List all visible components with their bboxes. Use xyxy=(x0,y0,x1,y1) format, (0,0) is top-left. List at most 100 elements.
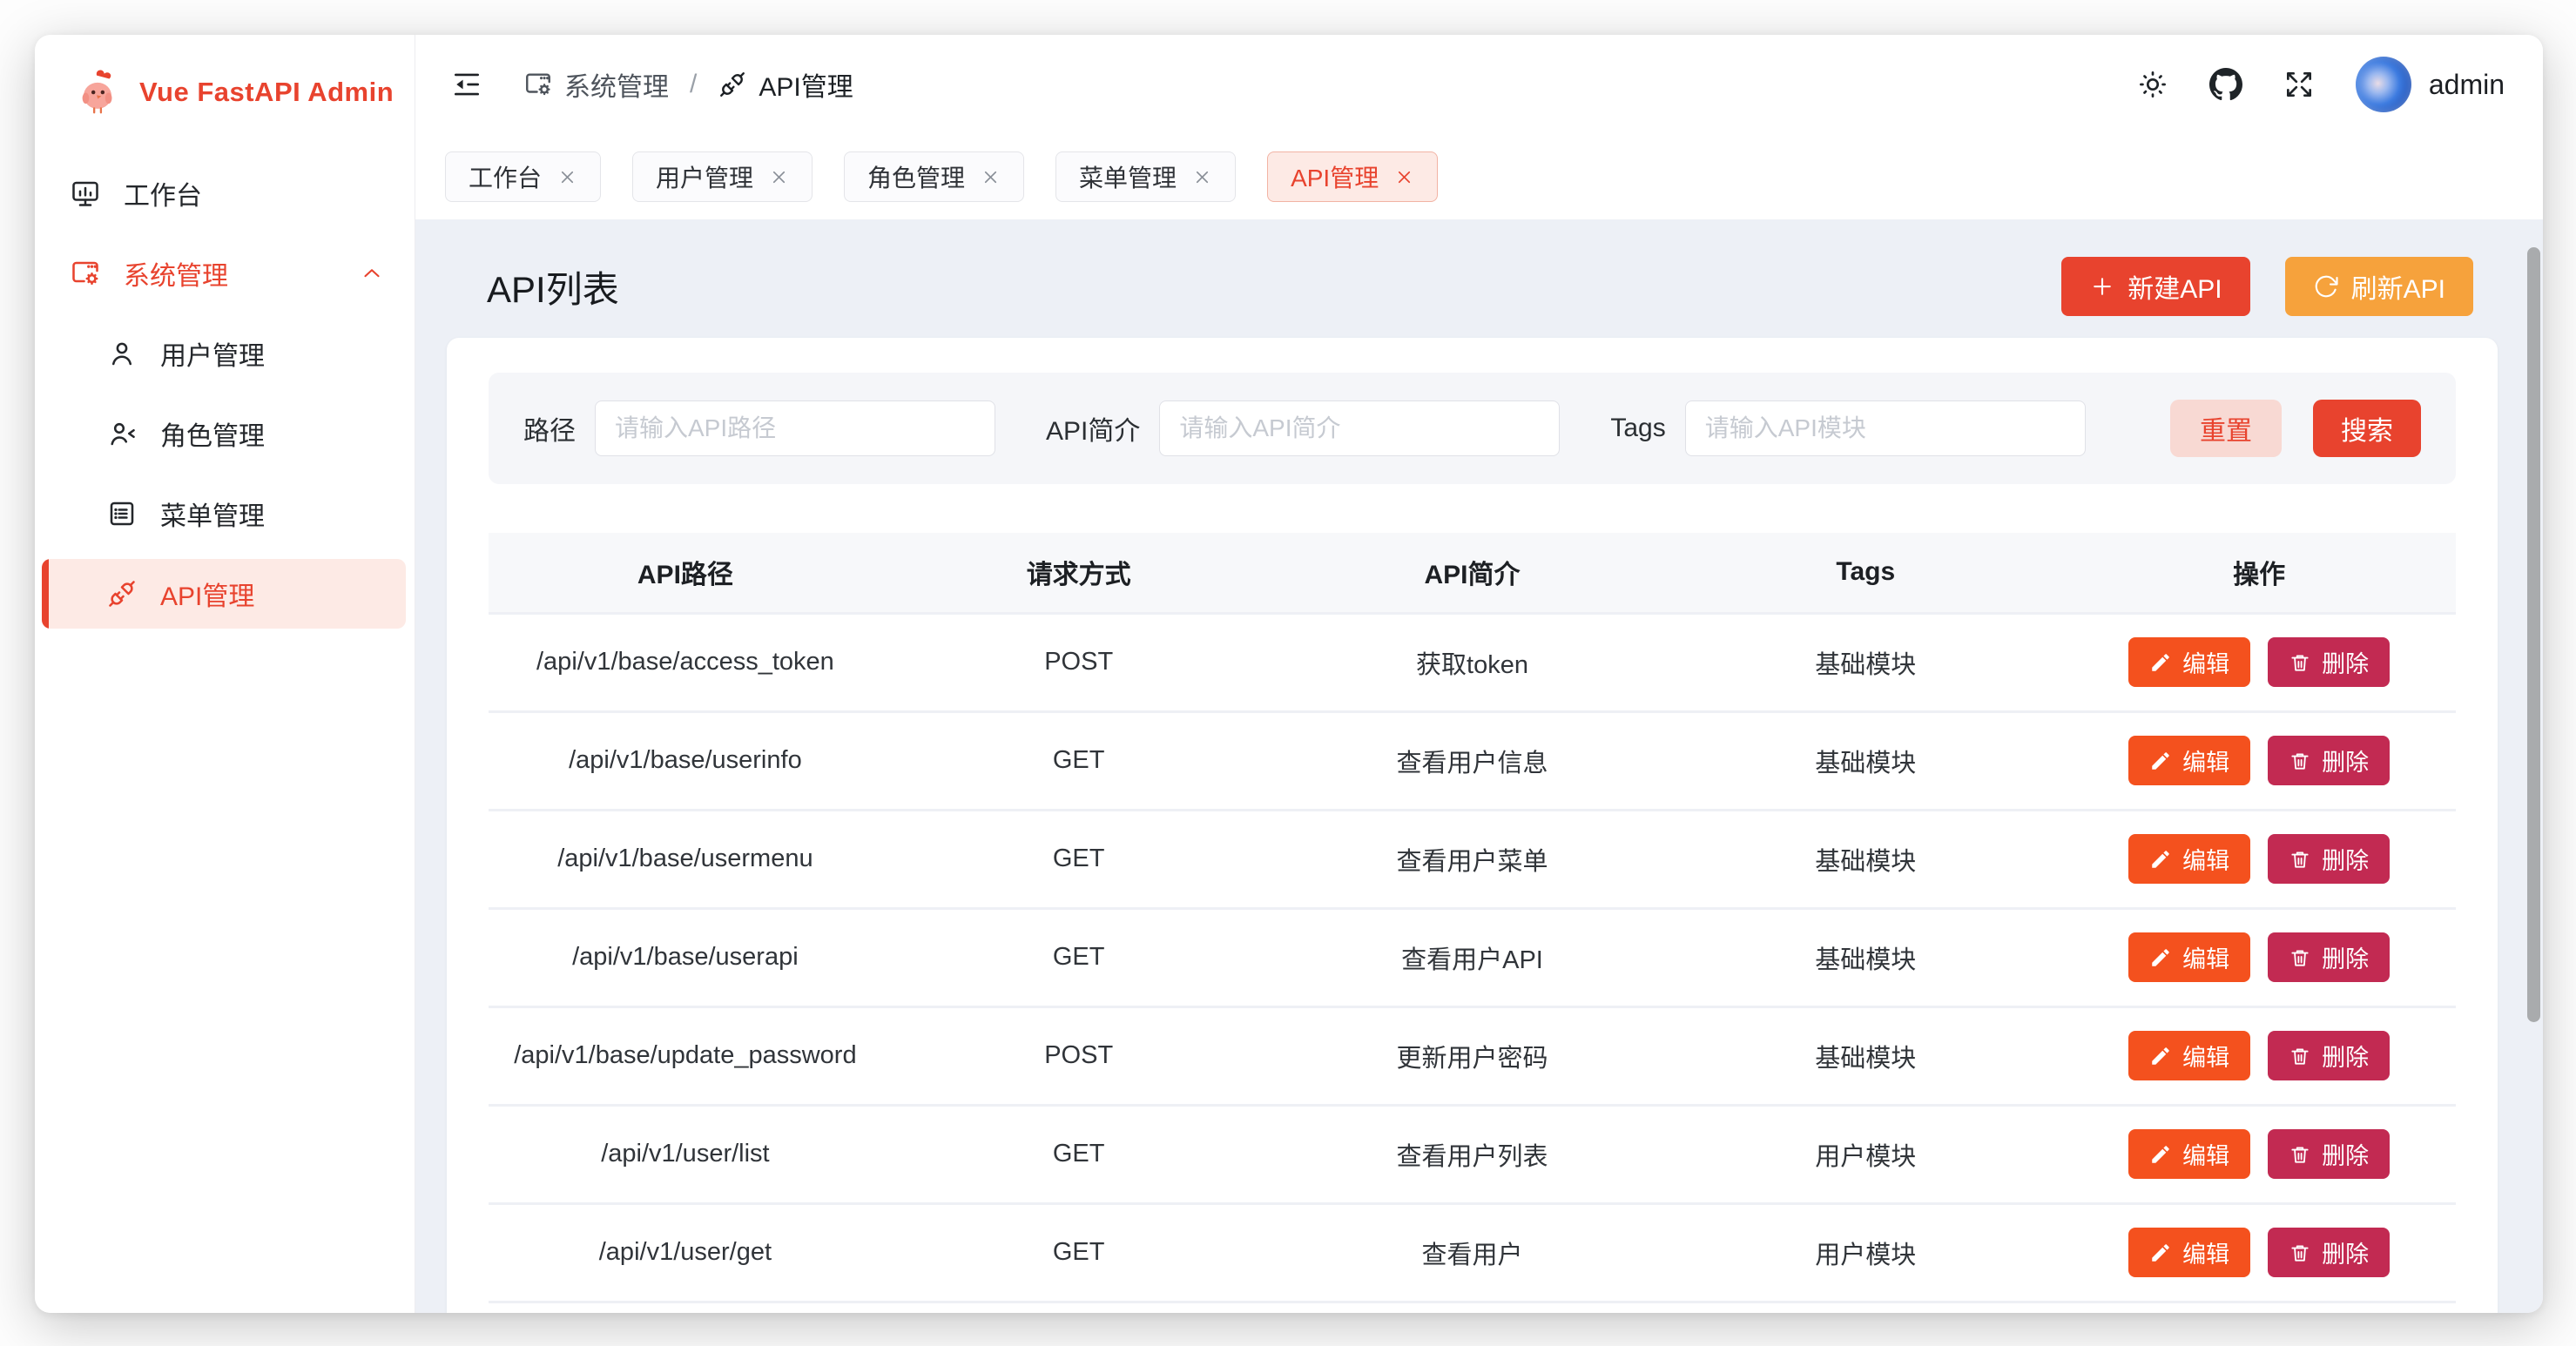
sidebar-item-label: 角色管理 xyxy=(160,414,265,453)
person-chevron-icon xyxy=(106,418,138,449)
pencil-icon xyxy=(2149,946,2172,969)
api-path-cell: /api/v1/base/userapi xyxy=(489,908,882,1006)
edit-button[interactable]: 编辑 xyxy=(2128,932,2250,982)
delete-button[interactable]: 删除 xyxy=(2268,736,2390,785)
delete-button[interactable]: 删除 xyxy=(2268,1129,2390,1179)
close-icon[interactable] xyxy=(1394,167,1414,187)
sidebar-item-user-management[interactable]: 用户管理 xyxy=(42,319,406,388)
tags-input[interactable] xyxy=(1685,400,2086,456)
breadcrumb-system-management[interactable]: 系统管理 xyxy=(523,65,669,104)
summary-cell: 查看用户API xyxy=(1276,908,1669,1006)
tags-cell: 基础模块 xyxy=(1669,1006,2062,1105)
delete-button[interactable]: 删除 xyxy=(2268,834,2390,884)
github-icon[interactable] xyxy=(2209,68,2242,101)
edit-button[interactable]: 编辑 xyxy=(2128,1129,2250,1179)
delete-button[interactable]: 删除 xyxy=(2268,1228,2390,1277)
sidebar-item-system-management[interactable]: 系统管理 xyxy=(42,239,406,308)
trash-icon xyxy=(2289,651,2311,674)
sidebar-menu: 工作台 系统管理 用户管理 xyxy=(35,150,415,639)
edit-button[interactable]: 编辑 xyxy=(2128,736,2250,785)
sidebar-item-api-management[interactable]: API管理 xyxy=(42,559,406,629)
app-window: Vue FastAPI Admin 工作台 系统管理 xyxy=(35,35,2543,1313)
fullscreen-icon[interactable] xyxy=(2283,68,2316,101)
pencil-icon xyxy=(2149,750,2172,772)
summary-cell: 更新用户密码 xyxy=(1276,1006,1669,1105)
delete-button[interactable]: 删除 xyxy=(2268,1031,2390,1080)
user-menu[interactable]: admin xyxy=(2356,57,2505,112)
delete-button[interactable]: 删除 xyxy=(2268,637,2390,687)
method-cell: GET xyxy=(882,711,1276,810)
col-actions: 操作 xyxy=(2062,533,2456,613)
summary-cell: 获取token xyxy=(1276,613,1669,711)
actions-cell: 编辑 删除 xyxy=(2062,613,2456,711)
tags-label: Tags xyxy=(1610,414,1665,443)
tab-api-management[interactable]: API管理 xyxy=(1267,151,1438,202)
topbar: 系统管理 / API管理 xyxy=(415,35,2543,134)
edit-button[interactable]: 编辑 xyxy=(2128,1031,2250,1080)
create-api-button[interactable]: 新建API xyxy=(2061,257,2249,316)
path-input[interactable] xyxy=(595,400,995,456)
close-icon[interactable] xyxy=(981,167,1001,187)
table-row: /api/v1/user/get GET 查看用户 用户模块 编辑 删 xyxy=(489,1203,2456,1302)
edit-button[interactable]: 编辑 xyxy=(2128,637,2250,687)
scrollbar[interactable] xyxy=(2527,247,2540,1022)
path-label: 路径 xyxy=(523,409,576,448)
delete-button[interactable]: 删除 xyxy=(2268,932,2390,982)
pencil-icon xyxy=(2149,848,2172,871)
edit-button[interactable]: 编辑 xyxy=(2128,834,2250,884)
col-method: 请求方式 xyxy=(882,533,1276,613)
pencil-icon xyxy=(2149,651,2172,674)
summary-label: API简介 xyxy=(1046,409,1140,448)
table-header-row: API路径 请求方式 API简介 Tags 操作 xyxy=(489,533,2456,613)
monitor-icon xyxy=(70,178,101,209)
actions-cell: 编辑 删除 xyxy=(2062,1006,2456,1105)
tab-bar: 工作台 用户管理 角色管理 菜单管理 API管理 xyxy=(415,134,2543,219)
pencil-icon xyxy=(2149,1045,2172,1067)
trash-icon xyxy=(2289,750,2311,772)
tab-menu-management[interactable]: 菜单管理 xyxy=(1055,151,1236,202)
tags-cell: 基础模块 xyxy=(1669,908,2062,1006)
refresh-api-button[interactable]: 刷新API xyxy=(2285,257,2473,316)
sidebar-item-label: API管理 xyxy=(160,575,254,613)
api-path-cell: /api/v1/base/update_password xyxy=(489,1006,882,1105)
sidebar-item-label: 菜单管理 xyxy=(160,495,265,533)
breadcrumb-label: 系统管理 xyxy=(564,65,669,104)
api-path-cell: /api/v1/base/userinfo xyxy=(489,711,882,810)
tab-role-management[interactable]: 角色管理 xyxy=(844,151,1024,202)
trash-icon xyxy=(2289,946,2311,969)
sidebar-item-workbench[interactable]: 工作台 xyxy=(42,158,406,228)
close-icon[interactable] xyxy=(769,167,789,187)
reset-button[interactable]: 重置 xyxy=(2170,400,2282,457)
summary-cell: 查看用户信息 xyxy=(1276,711,1669,810)
sidebar-item-label: 用户管理 xyxy=(160,334,265,373)
sidebar-item-menu-management[interactable]: 菜单管理 xyxy=(42,479,406,548)
edit-button[interactable]: 编辑 xyxy=(2128,1228,2250,1277)
theme-sun-icon[interactable] xyxy=(2136,68,2169,101)
close-icon[interactable] xyxy=(1192,167,1212,187)
trash-icon xyxy=(2289,1143,2311,1166)
page-title: API列表 xyxy=(487,260,619,313)
summary-filter: API简介 xyxy=(1046,400,1560,456)
username: admin xyxy=(2429,69,2505,101)
collapse-sidebar-icon[interactable] xyxy=(450,68,483,101)
logo[interactable]: Vue FastAPI Admin xyxy=(35,35,415,150)
summary-input[interactable] xyxy=(1159,400,1560,456)
close-icon[interactable] xyxy=(557,167,577,187)
plug-connected-icon xyxy=(106,578,138,609)
search-button[interactable]: 搜索 xyxy=(2313,400,2421,457)
tab-user-management[interactable]: 用户管理 xyxy=(632,151,813,202)
table-row-partial xyxy=(489,1302,2456,1313)
actions-cell: 编辑 删除 xyxy=(2062,711,2456,810)
table-row: /api/v1/user/list GET 查看用户列表 用户模块 编辑 xyxy=(489,1105,2456,1203)
tags-filter: Tags xyxy=(1610,400,2085,456)
tab-workbench[interactable]: 工作台 xyxy=(445,151,601,202)
tab-label: 菜单管理 xyxy=(1079,159,1177,194)
pencil-icon xyxy=(2149,1143,2172,1166)
filter-actions: 重置 搜索 xyxy=(2170,400,2421,457)
api-path-cell: /api/v1/base/access_token xyxy=(489,613,882,711)
col-api-path: API路径 xyxy=(489,533,882,613)
sidebar-item-role-management[interactable]: 角色管理 xyxy=(42,399,406,468)
summary-cell: 查看用户 xyxy=(1276,1203,1669,1302)
breadcrumb-api-management[interactable]: API管理 xyxy=(718,65,853,104)
window-gear-icon xyxy=(70,258,101,289)
